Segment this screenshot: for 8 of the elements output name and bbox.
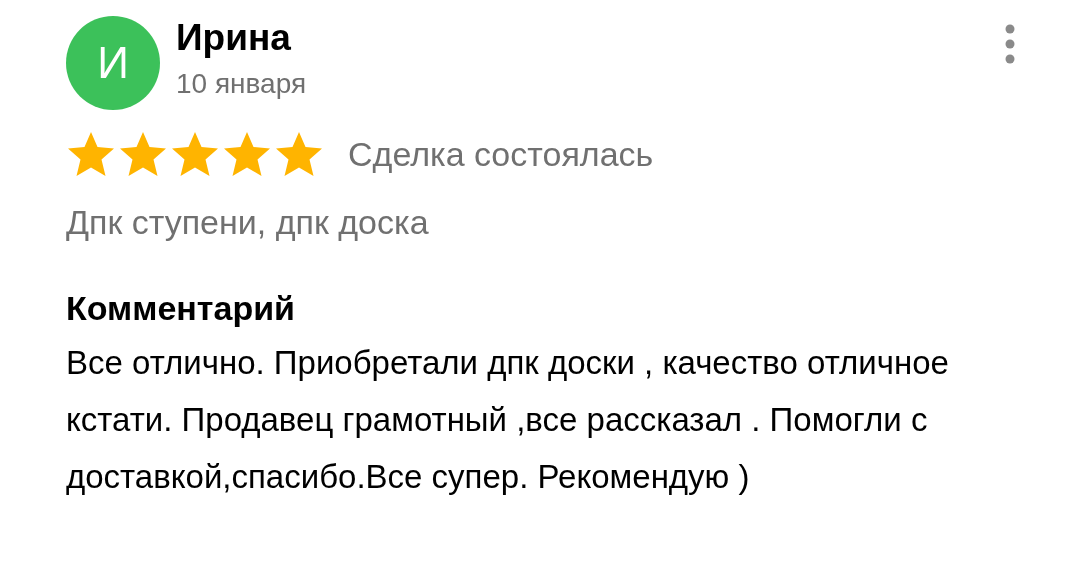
product-list: Дпк ступени, дпк доска: [66, 202, 429, 242]
review-date: 10 января: [176, 67, 308, 101]
more-options-icon[interactable]: [1004, 24, 1016, 64]
author-name: Ирина: [176, 16, 292, 60]
comment-text: Все отлично. Приобретали дпк доски , качество отличное кстати. Продавец грамотный ,все рассказал . Помогли с доставкой,спасибо.Все супер. Рекомендую ): [66, 343, 950, 497]
avatar: И: [66, 16, 160, 110]
deal-status: Сделка состоялась: [348, 134, 654, 174]
comment-heading: Комментарий: [66, 288, 295, 329]
